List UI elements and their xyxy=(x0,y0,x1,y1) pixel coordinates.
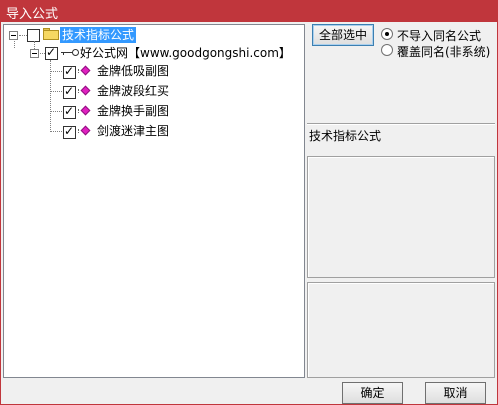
tree-item-label[interactable]: 剑渡迷津主图 xyxy=(97,123,169,139)
item-checkbox[interactable] xyxy=(63,64,76,79)
divider xyxy=(307,123,495,125)
collapse-icon[interactable] xyxy=(30,49,39,58)
tree-item-label[interactable]: 金牌低吸副图 xyxy=(97,63,169,79)
key-icon xyxy=(59,48,79,58)
option-overwrite-label[interactable]: 覆盖同名(非系统) xyxy=(397,43,490,60)
collapse-icon[interactable] xyxy=(9,31,18,40)
formula-icon xyxy=(78,65,91,77)
source-checkbox[interactable] xyxy=(45,45,58,60)
formula-icon xyxy=(78,85,91,97)
option-skip-radio[interactable] xyxy=(381,28,393,40)
cancel-button[interactable]: 取消 xyxy=(425,382,486,404)
option-skip-label[interactable]: 不导入同名公式 xyxy=(397,27,481,44)
info-title: 技术指标公式 xyxy=(309,129,382,143)
window-title: 导入公式 xyxy=(6,7,59,22)
formula-icon xyxy=(78,125,91,137)
info-panel-top xyxy=(307,156,495,278)
tree-item-label[interactable]: 金牌波段红买 xyxy=(97,83,169,99)
item-checkbox[interactable] xyxy=(63,84,76,99)
tree-root-label[interactable]: 技术指标公式 xyxy=(60,27,137,43)
select-all-button[interactable]: 全部选中 xyxy=(312,24,374,46)
tree-item-label[interactable]: 金牌换手副图 xyxy=(97,103,169,119)
title-bar[interactable]: 导入公式 xyxy=(0,0,498,22)
tree-source-label[interactable]: 好公式网【www.goodgongshi.com】 xyxy=(80,45,291,61)
item-checkbox[interactable] xyxy=(63,104,76,119)
folder-icon xyxy=(43,28,59,40)
option-overwrite-radio[interactable] xyxy=(381,44,393,56)
ok-button[interactable]: 确定 xyxy=(342,382,403,404)
item-checkbox[interactable] xyxy=(63,124,76,139)
formula-icon xyxy=(78,105,91,117)
formula-tree[interactable]: 技术指标公式 好公式网【www.goodgongshi.com】 金牌低吸副图 … xyxy=(3,24,305,378)
info-panel-bottom xyxy=(307,282,495,378)
